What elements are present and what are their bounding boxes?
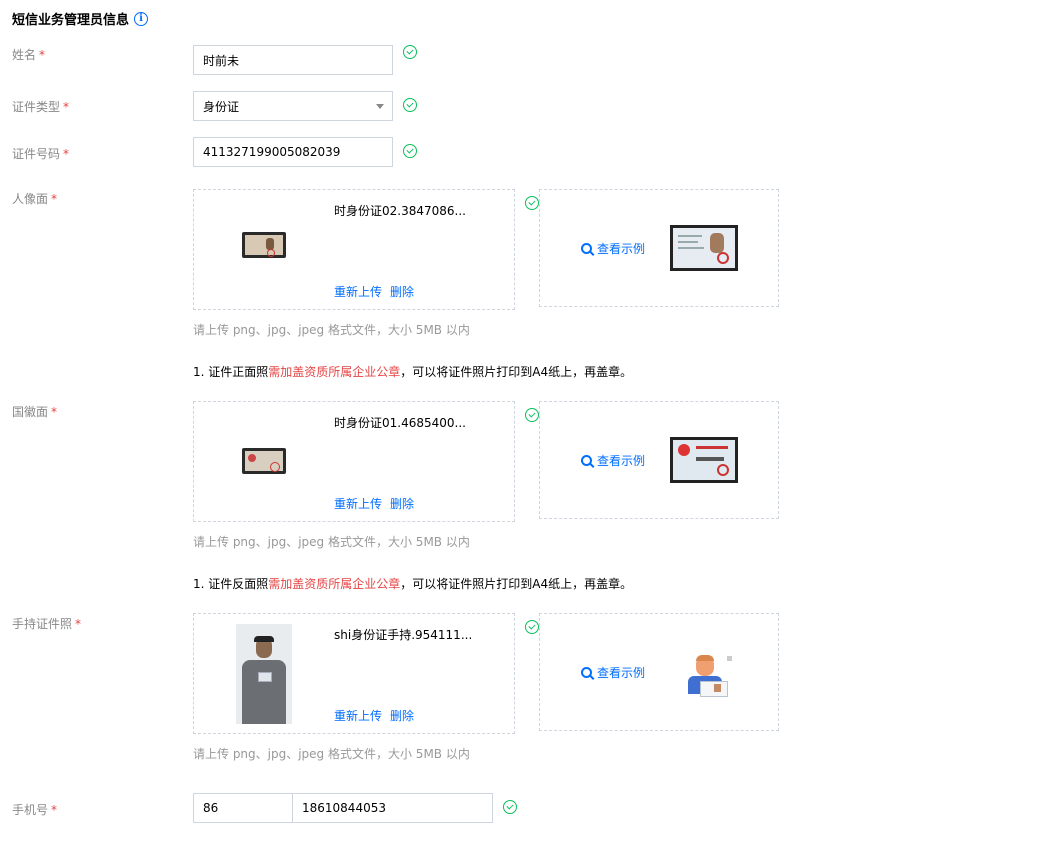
handheld-upload-box[interactable]: shi身份证手持.954111... 重新上传 删除 [193, 613, 515, 734]
portrait-upload-hint: 请上传 png、jpg、jpeg 格式文件，大小 5MB 以内 [193, 323, 470, 337]
id-type-value: 身份证 [203, 99, 240, 114]
phone-valid-icon [503, 800, 517, 814]
search-icon [581, 667, 592, 678]
portrait-thumbnail [242, 232, 286, 258]
emblem-delete-link[interactable]: 删除 [390, 495, 414, 512]
id-number-value: 411327199005082039 [203, 145, 341, 159]
emblem-example-image [670, 437, 738, 483]
portrait-note: 1. 证件正面照需加盖资质所属企业公章，可以将证件照片打印到A4纸上，再盖章。 [193, 365, 633, 379]
name-label: 姓名 * [12, 48, 46, 62]
phone-label: 手机号 * [12, 803, 58, 817]
portrait-label: 人像面 * [12, 192, 58, 206]
phone-number-input[interactable]: 18610844053 [292, 793, 493, 823]
search-icon [581, 455, 592, 466]
portrait-file-name: 时身份证02.3847086... [334, 204, 466, 218]
portrait-valid-icon [525, 196, 539, 210]
id-number-valid-icon [403, 144, 417, 158]
info-icon[interactable]: i [134, 11, 149, 26]
name-value: 时前未 [203, 53, 240, 68]
portrait-example-box: 查看示例 [539, 189, 779, 307]
emblem-thumbnail [242, 448, 286, 474]
id-number-input[interactable]: 411327199005082039 [193, 137, 393, 167]
emblem-reupload-link[interactable]: 重新上传 [334, 495, 382, 512]
handheld-view-example[interactable]: 查看示例 [581, 664, 645, 681]
emblem-upload-hint: 请上传 png、jpg、jpeg 格式文件，大小 5MB 以内 [193, 535, 470, 549]
section-title: 短信业务管理员信息 i [12, 9, 149, 28]
handheld-upload-hint: 请上传 png、jpg、jpeg 格式文件，大小 5MB 以内 [193, 747, 470, 761]
portrait-reupload-link[interactable]: 重新上传 [334, 283, 382, 300]
handheld-reupload-link[interactable]: 重新上传 [334, 707, 382, 724]
id-type-valid-icon [403, 98, 417, 112]
emblem-note: 1. 证件反面照需加盖资质所属企业公章，可以将证件照片打印到A4纸上，再盖章。 [193, 577, 633, 591]
emblem-view-example[interactable]: 查看示例 [581, 452, 645, 469]
portrait-upload-box[interactable]: 时身份证02.3847086... 重新上传 删除 [193, 189, 515, 310]
portrait-delete-link[interactable]: 删除 [390, 283, 414, 300]
handheld-delete-link[interactable]: 删除 [390, 707, 414, 724]
name-input[interactable]: 时前未 [193, 45, 393, 75]
handheld-label: 手持证件照 * [12, 617, 82, 631]
country-code-input[interactable]: 86 [193, 793, 293, 823]
handheld-example-image [684, 654, 732, 698]
portrait-example-image [670, 225, 738, 271]
handheld-thumbnail [236, 624, 292, 724]
handheld-file-name: shi身份证手持.954111... [334, 628, 473, 642]
name-valid-icon [403, 45, 417, 59]
section-title-text: 短信业务管理员信息 [12, 13, 130, 28]
emblem-valid-icon [525, 408, 539, 422]
id-number-label: 证件号码 * [12, 147, 70, 161]
country-code-value: 86 [203, 801, 219, 815]
search-icon [581, 243, 592, 254]
emblem-upload-box[interactable]: 时身份证01.4685400... 重新上传 删除 [193, 401, 515, 522]
emblem-file-name: 时身份证01.4685400... [334, 416, 466, 430]
id-type-select[interactable]: 身份证 [193, 91, 393, 121]
portrait-view-example[interactable]: 查看示例 [581, 240, 645, 257]
chevron-down-icon [376, 104, 384, 109]
phone-number-value: 18610844053 [302, 801, 386, 815]
id-type-label: 证件类型 * [12, 100, 70, 114]
handheld-valid-icon [525, 620, 539, 634]
emblem-example-box: 查看示例 [539, 401, 779, 519]
handheld-example-box: 查看示例 [539, 613, 779, 731]
emblem-label: 国徽面 * [12, 405, 58, 419]
